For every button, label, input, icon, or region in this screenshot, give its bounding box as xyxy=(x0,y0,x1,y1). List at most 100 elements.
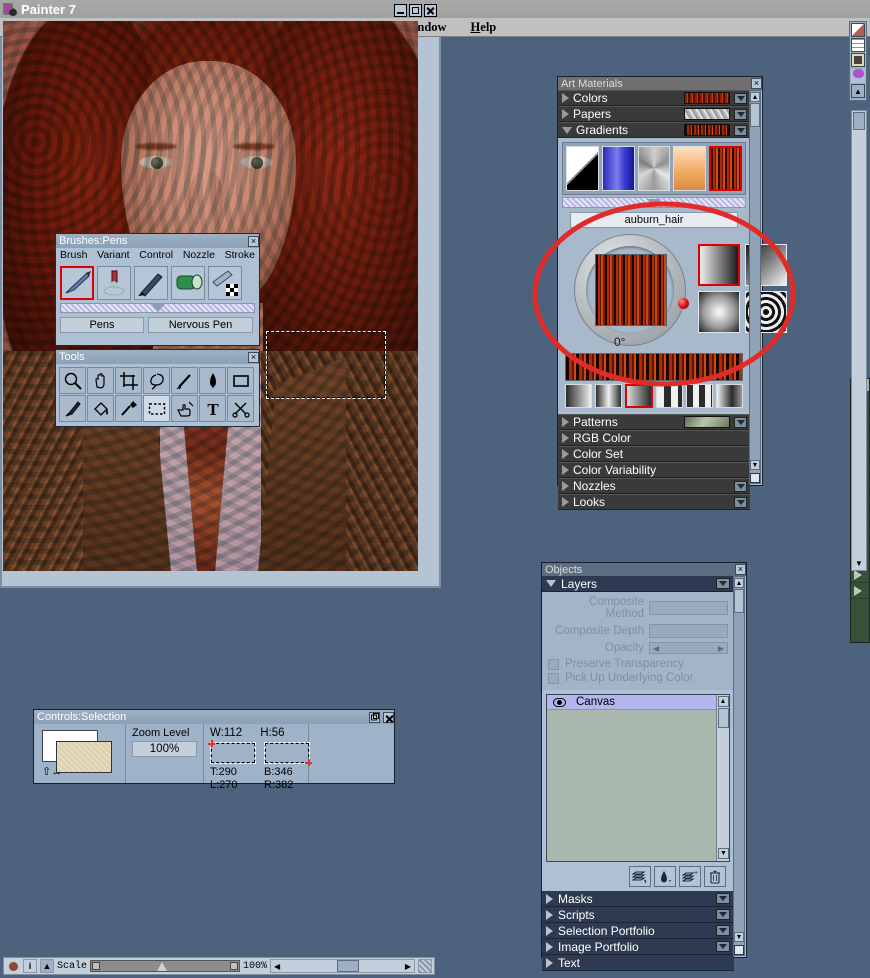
magnifier-icon[interactable] xyxy=(59,367,86,394)
brushes-palette-titlebar[interactable]: Brushes:Pens × xyxy=(56,234,259,248)
pen-nib-icon[interactable] xyxy=(60,266,94,300)
angle-dial-knob[interactable] xyxy=(678,298,689,309)
section-layers[interactable]: Layers xyxy=(542,576,734,592)
section-scripts[interactable]: Scripts xyxy=(542,907,734,923)
canvas-vertical-scrollbar[interactable]: ▼ xyxy=(851,110,867,571)
controls-restore-button[interactable] xyxy=(369,711,380,723)
gradient-strip-handle-icon[interactable] xyxy=(647,199,661,207)
document-window-buttons[interactable] xyxy=(394,4,437,17)
dropper-pen-icon[interactable] xyxy=(97,266,131,300)
menu-help[interactable]: Help xyxy=(459,20,509,35)
objects-palette[interactable]: Objects × Layers Composite Method Compos… xyxy=(541,562,747,971)
layers-menu-button[interactable] xyxy=(716,578,730,589)
papers-menu-button[interactable] xyxy=(734,108,747,120)
dropper-icon[interactable] xyxy=(115,395,142,422)
section-selection-portfolio[interactable]: Selection Portfolio xyxy=(542,923,734,939)
brush-strip-handle-icon[interactable] xyxy=(150,304,165,312)
scroll-down-arrow[interactable]: ▼ xyxy=(718,848,729,859)
collapse-status-icon[interactable]: ▲ xyxy=(40,959,54,973)
brush-variant-label[interactable]: Nervous Pen xyxy=(148,317,253,333)
hscroll-thumb[interactable] xyxy=(336,960,359,972)
tab-variant[interactable]: Variant xyxy=(97,249,130,261)
resize-grip-icon[interactable] xyxy=(418,959,432,973)
rectangular-shape-icon[interactable] xyxy=(227,367,254,394)
looks-menu-button[interactable] xyxy=(734,496,747,508)
layer-toolbar[interactable]: + xyxy=(542,862,734,891)
preserve-transparency-checkbox[interactable] xyxy=(548,658,559,670)
objects-titlebar[interactable]: Objects × xyxy=(542,563,746,576)
selection-move-icon[interactable]: ⇧↔ xyxy=(42,765,62,778)
selection-thumbnail-cell[interactable]: ⇧↔ xyxy=(34,724,126,783)
rectangular-selection-icon[interactable] xyxy=(143,395,170,422)
gradient-angle-control[interactable]: 0° xyxy=(562,232,787,350)
section-gradients[interactable]: Gradients xyxy=(558,122,750,138)
section-color-variability[interactable]: Color Variability xyxy=(558,462,750,478)
color-swatch-icon[interactable] xyxy=(851,23,865,37)
composite-depth-row[interactable]: Composite Depth xyxy=(548,624,728,638)
selection-marquee[interactable] xyxy=(266,331,386,399)
section-papers[interactable]: Papers xyxy=(558,106,750,122)
magic-wand-icon[interactable] xyxy=(171,367,198,394)
calligraphy-pen-icon[interactable] xyxy=(208,266,242,300)
collapse-toolbar-button[interactable]: ▲ xyxy=(851,84,865,98)
brushes-tabs[interactable]: Brush Variant Control Nozzle Stroke xyxy=(56,248,259,262)
colors-preview-swatch[interactable] xyxy=(684,92,730,104)
gradient-order-row[interactable] xyxy=(565,384,743,408)
section-image-portfolio[interactable]: Image Portfolio xyxy=(542,939,734,955)
section-looks[interactable]: Looks xyxy=(558,494,750,510)
brush-variant-grid[interactable] xyxy=(56,262,259,300)
order-left-to-right-icon[interactable] xyxy=(565,384,592,408)
zoom-level-cell[interactable]: Zoom Level 100% xyxy=(126,724,204,783)
brush-icon[interactable] xyxy=(59,395,86,422)
art-materials-scrollbar[interactable]: ▲ ▼ xyxy=(749,90,761,484)
dynamic-plugin-button[interactable] xyxy=(629,866,651,887)
tab-stroke[interactable]: Stroke xyxy=(225,249,255,261)
gradient-swatch-auburn-hair[interactable] xyxy=(709,146,742,191)
scroll-up-arrow[interactable]: ▲ xyxy=(734,578,744,588)
tab-brush[interactable]: Brush xyxy=(60,249,87,261)
opacity-row[interactable]: Opacity ◀ ▶ xyxy=(548,642,728,654)
lasso-icon[interactable] xyxy=(143,367,170,394)
art-materials-titlebar[interactable]: Art Materials × xyxy=(558,77,762,90)
collapsed-strip-row[interactable] xyxy=(851,583,869,599)
scroll-left-arrow[interactable]: ◀ xyxy=(271,960,283,972)
resize-grip-icon[interactable] xyxy=(734,945,744,955)
pick-up-underlying-row[interactable]: Pick Up Underlying Color xyxy=(548,672,728,684)
controls-selection-palette[interactable]: Controls:Selection ⇧↔ Zoom Level 100% W:… xyxy=(33,709,395,791)
colors-menu-button[interactable] xyxy=(734,92,747,104)
scale-slider[interactable] xyxy=(90,960,241,972)
brushes-palette[interactable]: Brushes:Pens × Brush Variant Control Noz… xyxy=(55,233,260,346)
close-button[interactable] xyxy=(424,4,437,17)
paint-bucket-icon[interactable] xyxy=(87,395,114,422)
linear-gradient-type-icon[interactable] xyxy=(698,244,740,286)
gradient-swatch-blue[interactable] xyxy=(601,146,635,191)
delete-layer-button[interactable] xyxy=(704,866,726,887)
scratchboard-tool-icon[interactable] xyxy=(134,266,168,300)
list-item[interactable]: Canvas xyxy=(547,695,716,710)
gradient-swatch-silver-radial[interactable] xyxy=(637,146,671,191)
selection-adjuster-icon[interactable] xyxy=(171,395,198,422)
art-materials-palette[interactable]: Art Materials × Colors Papers Gradients xyxy=(557,76,787,510)
patterns-menu-button[interactable] xyxy=(734,416,747,428)
pick-up-underlying-checkbox[interactable] xyxy=(548,672,559,684)
scissors-icon[interactable] xyxy=(227,395,254,422)
document-status-bar[interactable]: i ▲ Scale 100% ◀ ▶ xyxy=(3,957,435,975)
tab-nozzle[interactable]: Nozzle xyxy=(183,249,215,261)
smeary-pen-icon[interactable] xyxy=(171,266,205,300)
info-icon[interactable]: i xyxy=(23,959,37,973)
masks-menu-button[interactable] xyxy=(716,893,730,904)
gradient-scroll-strip[interactable] xyxy=(562,197,746,208)
controls-titlebar[interactable]: Controls:Selection xyxy=(34,710,394,724)
text-icon[interactable]: T xyxy=(199,395,226,422)
scrollbar-thumb[interactable] xyxy=(750,103,760,127)
layer-list[interactable]: Canvas ▲ ▼ xyxy=(546,694,730,862)
pattern-swatch-icon[interactable] xyxy=(851,69,865,83)
order-default-icon[interactable] xyxy=(624,384,654,408)
section-text[interactable]: Text xyxy=(542,955,734,971)
selection-thumbnail[interactable]: ⇧↔ xyxy=(40,730,122,778)
tab-control[interactable]: Control xyxy=(139,249,173,261)
patterns-preview-swatch[interactable] xyxy=(684,416,730,428)
grabber-hand-icon[interactable] xyxy=(87,367,114,394)
order-repeat-mirror-icon[interactable] xyxy=(686,384,714,408)
gradient-swatch-row[interactable] xyxy=(562,142,746,195)
